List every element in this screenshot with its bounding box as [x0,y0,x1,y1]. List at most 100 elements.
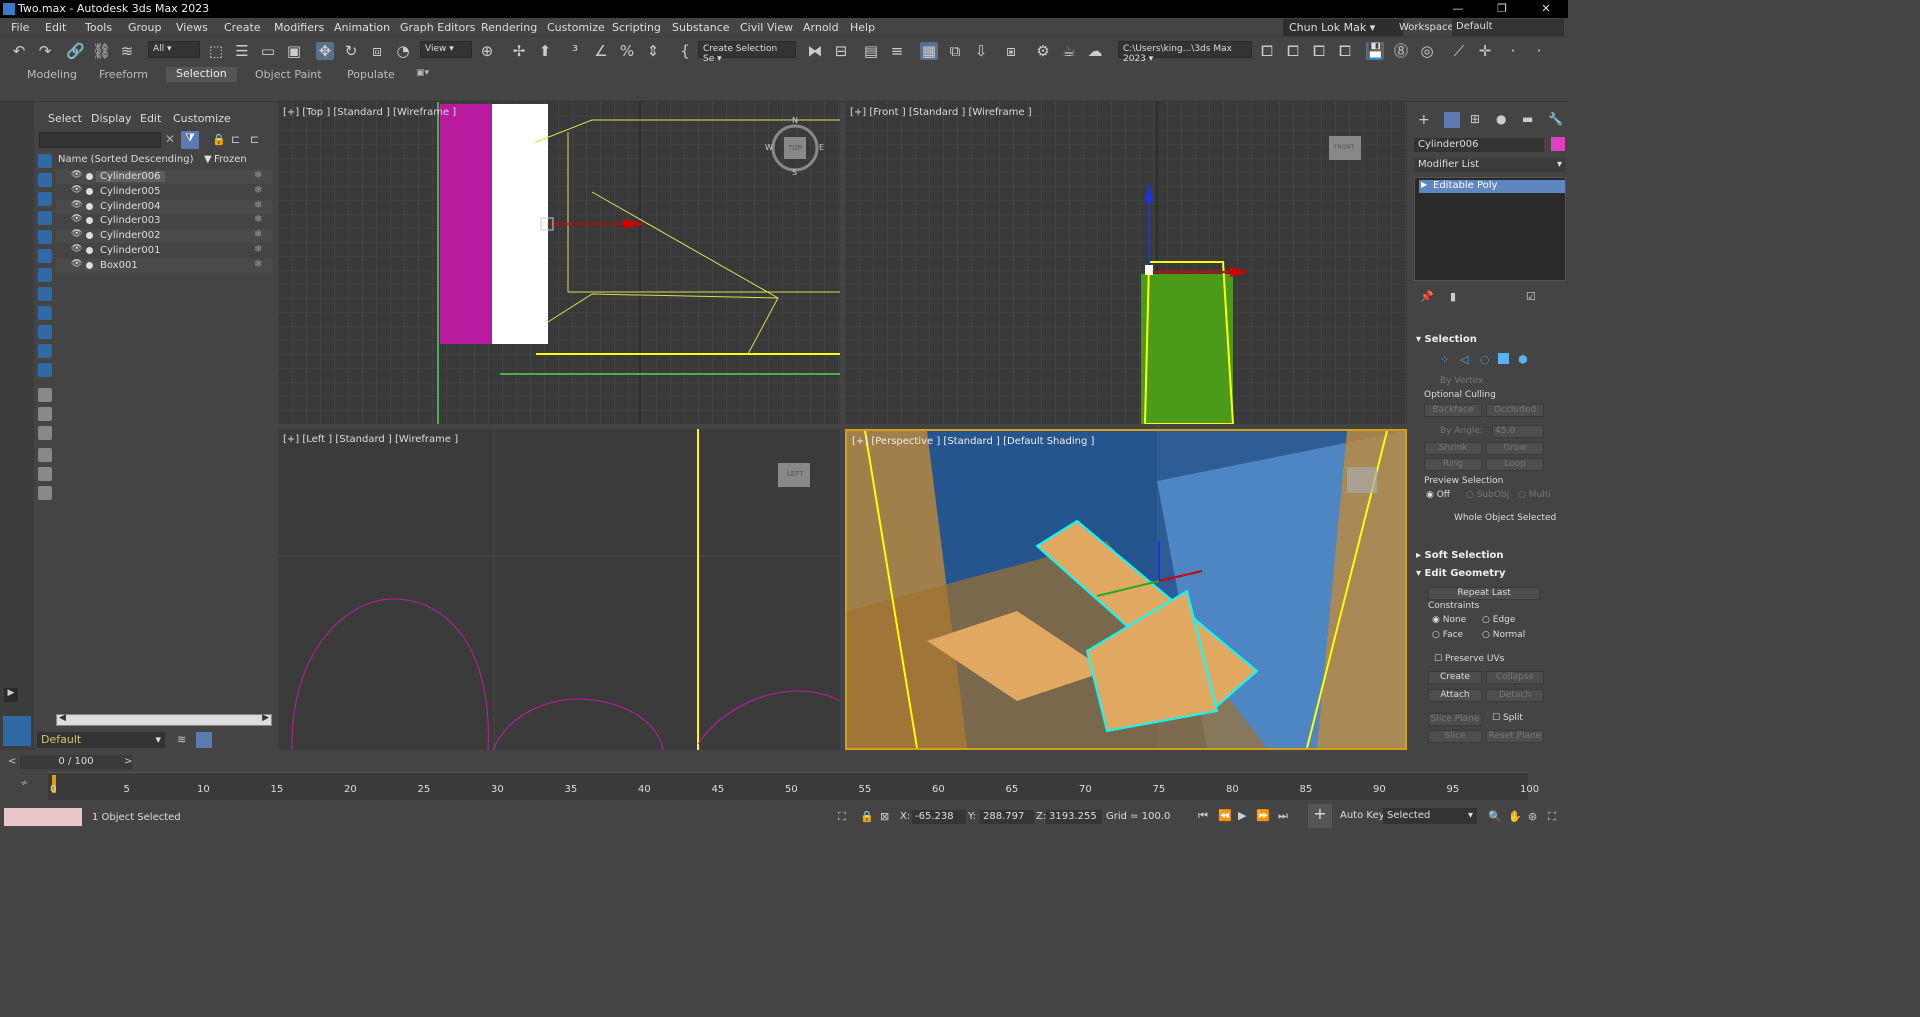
explorer-row[interactable]: 👁 Cylinder006 ❄ [56,170,272,184]
next-key-icon[interactable]: ⏩ [1256,809,1270,822]
display-influences-icon[interactable] [38,407,52,421]
vertex-mode-icon[interactable]: ⁘ [1440,353,1449,366]
zoom-icon[interactable]: 🔍 [1488,810,1502,823]
visibility-eye-icon[interactable]: 👁 [71,244,82,254]
select-scale-icon[interactable]: ⧈ [368,42,386,60]
scene-icon-2[interactable]: ⧠ [1310,42,1328,60]
mirror-icon[interactable]: ⧓ [806,42,824,60]
select-rotate-icon[interactable]: ↻ [342,42,360,60]
frozen-snowflake-icon[interactable]: ❄ [254,229,262,240]
pivot-center-icon[interactable]: ⊕ [478,42,496,60]
menu-file[interactable]: File [11,21,29,34]
slice-plane-button[interactable]: Slice Plane [1428,713,1482,726]
explorer-row[interactable]: 👁 Cylinder002 ❄ [56,229,272,244]
tool-icon-1[interactable]: ⟋ [1450,42,1468,60]
frozen-snowflake-icon[interactable]: ❄ [254,200,262,211]
explorer-row[interactable]: 👁 Cylinder004 ❄ [56,199,272,214]
grow-button[interactable]: Grow [1486,442,1544,455]
rendered-frame-icon[interactable]: ⚙ [1034,42,1052,60]
edge-mode-icon[interactable]: ◁ [1460,353,1468,366]
collapse-button[interactable]: Collapse [1486,671,1544,684]
loop-button[interactable]: Loop [1486,458,1544,471]
material-editor-icon[interactable]: ⇩ [972,42,990,60]
prev-frame-icon[interactable]: < [8,756,16,767]
frozen-snowflake-icon[interactable]: ❄ [254,244,262,255]
menu-help[interactable]: Help [850,21,875,34]
filter-funnel-icon[interactable] [38,448,52,462]
auto-key-button[interactable]: Auto Key [1340,810,1385,821]
sort-arrow-icon[interactable]: ▼ [204,154,212,165]
unlink-icon[interactable]: ⛓ [92,42,111,60]
display-lights-icon[interactable] [38,192,52,206]
x-coord-field[interactable]: -65.238 [912,810,966,824]
viewcube-front[interactable]: FRONT [1334,144,1355,151]
expand-icon[interactable]: ▶ [1421,180,1427,189]
display-frozen-icon[interactable] [38,344,52,358]
explorer-search-input[interactable] [39,132,161,148]
configure-sets-icon[interactable]: ☑ [1526,290,1536,303]
percent-snap-icon[interactable]: % [618,42,636,60]
go-to-start-icon[interactable]: ⏮ [1198,809,1208,823]
tool-icon-2[interactable]: ✛ [1476,42,1494,60]
y-coord-field[interactable]: 288.797 [980,810,1034,824]
menu-arnold[interactable]: Arnold [803,21,839,34]
display-all-icon[interactable] [38,154,52,168]
align-icon[interactable]: ⊟ [832,42,850,60]
schematic-view-icon[interactable]: ⧉ [946,42,964,60]
constraint-face-radio[interactable]: ○ Face [1432,630,1463,640]
reset-plane-button[interactable]: Reset Plane [1486,730,1544,743]
render-region-icon[interactable]: ◎ [1418,42,1436,60]
window-crossing-icon[interactable]: ▣ [285,42,303,60]
column-frozen-header[interactable]: Frozen [214,154,247,165]
utilities-tab-icon[interactable]: 🔧 [1548,112,1563,126]
display-helpers-icon[interactable] [38,230,52,244]
explorer-menu-display[interactable]: Display [91,112,132,125]
select-object-icon[interactable]: ⬚ [207,42,225,60]
scene-icon-3[interactable]: ⧠ [1336,42,1354,60]
pin-stack-icon[interactable]: 📌 [1420,290,1434,303]
visibility-eye-icon[interactable]: 👁 [71,200,82,210]
render-production-icon[interactable]: ☕ [1060,42,1078,60]
scroll-right-icon[interactable]: ▶ [262,713,269,723]
display-groups-icon[interactable] [38,268,52,282]
next-frame-icon[interactable]: > [124,756,132,767]
angle-spinner[interactable]: 45.0 [1492,425,1544,438]
visibility-eye-icon[interactable]: 👁 [71,214,82,224]
explorer-scrollbar[interactable]: ◀ ▶ [56,713,272,726]
ribbon-tab-populate[interactable]: Populate [347,68,395,81]
polygon-mode-icon[interactable] [1498,353,1509,364]
viewport-perspective-label[interactable]: [+] [Perspective ] [Standard ] [Default … [852,436,1094,447]
explorer-row[interactable]: 👁 Box001 ❄ [56,258,272,273]
display-spacewarps-icon[interactable] [38,249,52,263]
constraint-none-radio[interactable]: ◉ None [1432,615,1466,625]
explorer-menu-select[interactable]: Select [48,112,82,125]
menu-edit[interactable]: Edit [45,21,66,34]
selected-dropdown[interactable]: Selected ▾ [1383,808,1477,824]
project-path-dropdown[interactable]: C:\Users\king...\3ds Max 2023 ▾ [1118,41,1252,64]
select-move-icon[interactable]: ✥ [316,42,334,60]
explorer-row[interactable]: 👁 Cylinder001 ❄ [56,244,272,258]
hierarchy-tab-icon[interactable]: ⊞ [1470,112,1480,126]
named-selection-sets-dropdown[interactable]: Create Selection Se ▾ [698,41,796,64]
spinner-snap-icon[interactable]: ⇕ [644,42,662,60]
menu-create[interactable]: Create [224,21,261,34]
visibility-eye-icon[interactable]: 👁 [71,229,82,239]
detach-button[interactable]: Detach [1486,689,1544,702]
explorer-menu-edit[interactable]: Edit [140,112,161,125]
frozen-snowflake-icon[interactable]: ❄ [254,214,262,225]
soft-selection-rollout-header[interactable]: ▸ Soft Selection [1416,550,1561,563]
create-button[interactable]: Create [1428,671,1482,684]
scene-icon-1[interactable]: ⧠ [1284,42,1302,60]
render-dot-icon[interactable] [86,261,93,269]
display-bones-icon[interactable] [38,306,52,320]
preserve-uvs-checkbox[interactable]: ☐ Preserve UVs [1434,654,1504,664]
link-icon[interactable]: 🔗 [66,42,85,60]
filter-extra-icon[interactable] [38,486,52,500]
expand-arrow-icon[interactable]: ▶ [4,688,18,702]
selection-rollout-header[interactable]: ▾ Selection [1416,334,1561,347]
ribbon-tab-freeform[interactable]: Freeform [99,68,148,81]
attach-button[interactable]: Attach [1428,689,1482,702]
selection-lock-icon[interactable]: 🔒 [860,810,874,823]
frozen-snowflake-icon[interactable]: ❄ [254,185,262,196]
tool-icon-4[interactable]: · [1530,42,1548,60]
